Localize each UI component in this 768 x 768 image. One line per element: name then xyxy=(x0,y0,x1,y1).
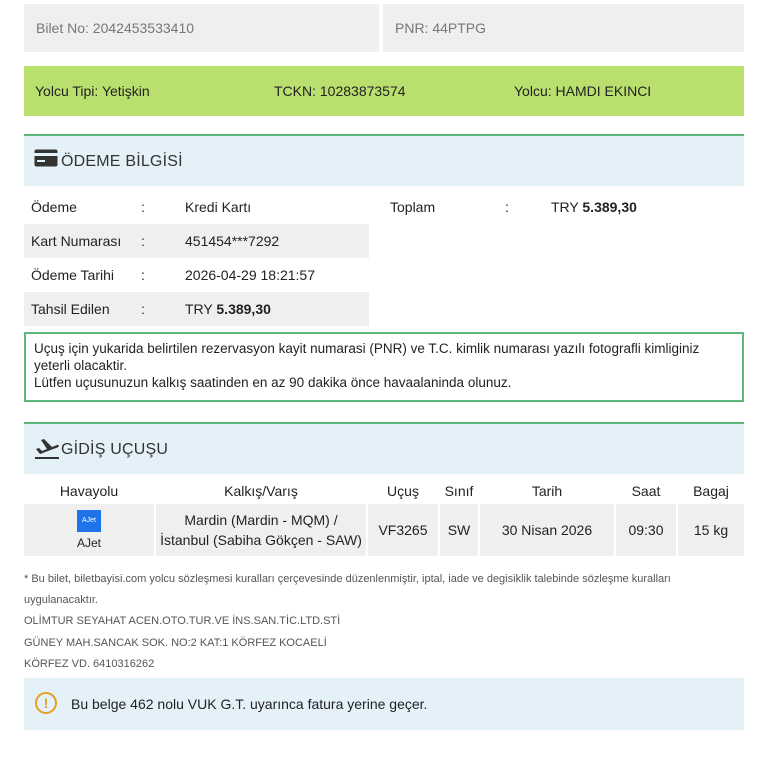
flight-section-header: GİDİŞ UÇUŞU xyxy=(24,422,744,474)
ajet-logo: AJet xyxy=(77,510,101,532)
footer-company-name: OLİMTUR SEYAHAT ACEN.OTO.TUR.VE İNS.SAN.… xyxy=(24,615,341,627)
col-header-date: Tarih xyxy=(531,483,563,499)
ticket-info-row: Bilet No: 2042453533410 PNR: 44PTPG xyxy=(24,4,744,52)
id-requirement-notice: Uçuş için yukarida belirtilen rezervasyo… xyxy=(24,332,744,402)
col-header-baggage: Bagaj xyxy=(693,483,729,499)
passenger-name: Yolcu: HAMDI EKINCI xyxy=(514,83,652,99)
flight-section-title: GİDİŞ UÇUŞU xyxy=(61,441,169,458)
card-number-label: Kart Numarası xyxy=(31,233,122,249)
plane-departure-icon xyxy=(34,436,60,463)
passenger-tckn: TCKN: 10283873574 xyxy=(274,83,406,99)
warning-icon: ! xyxy=(35,692,57,714)
payment-method-value: Kredi Kartı xyxy=(185,199,252,215)
col-header-route: Kalkış/Varış xyxy=(224,483,298,499)
col-header-airline: Havayolu xyxy=(59,483,119,499)
flight-number-cell: VF3265 xyxy=(368,504,438,556)
route-arrival: İstanbul (Sabiha Gökçen - SAW) xyxy=(160,532,362,548)
collected-value: TRY 5.389,30 xyxy=(185,301,271,317)
table-row: AJet AJet Mardin (Mardin - MQM) / İstanb… xyxy=(24,504,744,556)
notice-line-2: Lütfen uçusunuzun kalkış saatinden en az… xyxy=(34,375,512,390)
payment-colon: : xyxy=(141,199,145,215)
collected-label: Tahsil Edilen xyxy=(31,301,110,317)
passenger-type: Yolcu Tipi: Yetişkin xyxy=(35,83,150,99)
payment-colon: : xyxy=(505,199,509,215)
ajet-logo-text: AJet xyxy=(81,517,96,524)
time-cell: 09:30 xyxy=(616,504,676,556)
footer-tax-office: KÖRFEZ VD. 6410316262 xyxy=(24,658,155,670)
col-header-class: Sınıf xyxy=(444,483,474,499)
footer-terms-line-2: uygulanacaktır. xyxy=(24,594,98,606)
card-number-value: 451454***7292 xyxy=(185,233,280,249)
date-cell: 30 Nisan 2026 xyxy=(480,504,614,556)
payment-method-label: Ödeme xyxy=(31,199,77,215)
airline-name: AJet xyxy=(76,536,101,550)
route-departure: Mardin (Mardin - MQM) / xyxy=(184,512,338,528)
class-cell: SW xyxy=(440,504,478,556)
total-label: Toplam xyxy=(390,199,436,215)
notice-line-1: Uçuş için yukarida belirtilen rezervasyo… xyxy=(34,341,700,373)
airline-cell: AJet AJet xyxy=(24,504,154,556)
payment-colon: : xyxy=(141,267,145,283)
total-value: TRY 5.389,30 xyxy=(551,199,637,215)
credit-card-icon xyxy=(34,149,58,170)
pnr-code: PNR: 44PTPG xyxy=(383,4,744,52)
col-header-flight: Uçuş xyxy=(387,483,419,499)
payment-section-header: ÖDEME BİLGİSİ xyxy=(24,134,744,186)
footer-company-address: GÜNEY MAH.SANCAK SOK. NO:2 KAT:1 KÖRFEZ … xyxy=(24,637,327,649)
vuk-invoice-notice: ! Bu belge 462 nolu VUK G.T. uyarınca fa… xyxy=(24,678,744,730)
footer-terms-line-1: * Bu bilet, biletbayisi.com yolcu sözleş… xyxy=(24,573,671,585)
payment-colon: : xyxy=(141,301,145,317)
vuk-notice-text: Bu belge 462 nolu VUK G.T. uyarınca fatu… xyxy=(71,696,428,712)
ticket-number: Bilet No: 2042453533410 xyxy=(24,4,379,52)
passenger-info-bar: Yolcu Tipi: Yetişkin TCKN: 10283873574 Y… xyxy=(24,66,744,116)
payment-date-label: Ödeme Tarihi xyxy=(31,267,115,283)
payment-section-title: ÖDEME BİLGİSİ xyxy=(61,153,183,170)
col-header-time: Saat xyxy=(631,483,661,499)
payment-date-value: 2026-04-29 18:21:57 xyxy=(185,267,315,283)
payment-colon: : xyxy=(141,233,145,249)
route-cell: Mardin (Mardin - MQM) / İstanbul (Sabiha… xyxy=(156,504,366,556)
baggage-cell: 15 kg xyxy=(678,504,744,556)
